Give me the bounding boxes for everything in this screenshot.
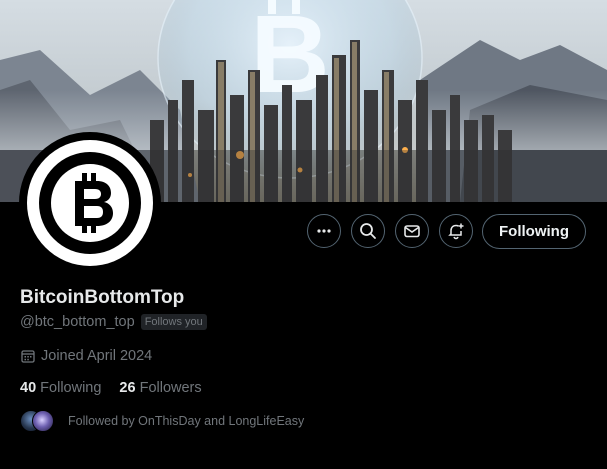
- display-name: BitcoinBottomTop: [20, 287, 185, 308]
- followed-by[interactable]: Followed by OnThisDay and LongLifeEasy: [20, 410, 304, 432]
- following-button-label: Following: [499, 223, 569, 240]
- notify-button[interactable]: [439, 214, 473, 248]
- avatar: [32, 410, 54, 432]
- calendar-icon: [21, 350, 35, 363]
- search-button[interactable]: [351, 214, 385, 248]
- bitcoin-logo-icon: [39, 152, 141, 254]
- joined-text: Joined April 2024: [41, 348, 153, 364]
- following-stat[interactable]: 40 Following: [20, 380, 101, 396]
- avatar-image: [27, 140, 153, 266]
- following-count: 40: [20, 380, 37, 396]
- bell-plus-icon: [448, 223, 464, 240]
- profile-avatar[interactable]: [19, 132, 161, 274]
- followed-by-text: Followed by OnThisDay and LongLifeEasy: [68, 414, 305, 428]
- followers-count: 26: [119, 380, 136, 396]
- handle-row: @btc_bottom_top Follows you: [20, 314, 207, 330]
- search-icon: [360, 223, 376, 239]
- handle: @btc_bottom_top: [20, 314, 135, 330]
- more-horizontal-icon: [317, 229, 331, 233]
- follows-you-badge: Follows you: [140, 314, 207, 330]
- followers-label: Followers: [139, 380, 202, 396]
- following-label: Following: [40, 380, 102, 396]
- envelope-icon: [404, 225, 420, 238]
- follow-stats: 40 Following 26 Followers: [20, 380, 202, 396]
- more-button[interactable]: [307, 214, 341, 248]
- joined-date: Joined April 2024: [20, 348, 152, 364]
- followed-by-avatars: [20, 410, 56, 432]
- followers-stat[interactable]: 26 Followers: [119, 380, 201, 396]
- following-button[interactable]: Following: [482, 214, 586, 249]
- message-button[interactable]: [395, 214, 429, 248]
